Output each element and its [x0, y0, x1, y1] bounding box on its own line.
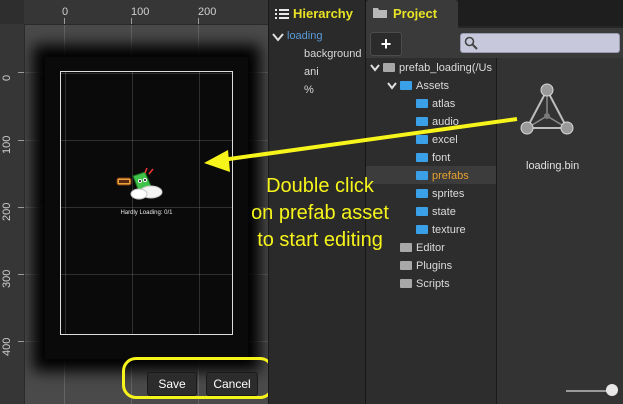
- search-icon: [464, 36, 478, 50]
- project-toolbar: +: [366, 28, 623, 59]
- ruler-tick: [64, 18, 65, 24]
- ruler-corner: [0, 0, 24, 24]
- tree-item-label: excel: [432, 134, 458, 146]
- grid-line: [61, 274, 232, 275]
- horizontal-ruler: 0 100 200: [0, 0, 268, 25]
- ruler-label: 200: [1, 202, 13, 221]
- folder-icon: [416, 171, 428, 180]
- folder-icon: [416, 153, 428, 162]
- tree-item-scripts[interactable]: Scripts: [400, 278, 450, 290]
- zoom-slider-handle[interactable]: [606, 384, 618, 396]
- list-icon: [275, 9, 289, 19]
- tree-item-label: atlas: [432, 98, 456, 110]
- grid-line: [61, 140, 232, 141]
- tree-item-excel[interactable]: excel: [416, 134, 458, 146]
- hierarchy-item-percent[interactable]: %: [304, 84, 314, 96]
- buttons-highlight-outline: [122, 357, 268, 399]
- folder-icon: [400, 81, 412, 90]
- folder-icon: [416, 189, 428, 198]
- loading-status-text: Hardly Loading: 0/1: [120, 210, 173, 216]
- tree-item-label: audio: [432, 116, 459, 128]
- grid-line: [61, 207, 232, 208]
- folder-icon: [416, 99, 428, 108]
- folder-icon: [416, 207, 428, 216]
- folder-icon: [416, 225, 428, 234]
- tree-item-label: Scripts: [416, 278, 450, 290]
- asset-file-name[interactable]: loading.bin: [526, 160, 579, 172]
- annotation-callout: Double click on prefab asset to start ed…: [235, 173, 405, 254]
- tree-item-audio[interactable]: audio: [416, 116, 459, 128]
- ruler-tick: [18, 341, 24, 342]
- scene-view[interactable]: Hardly Loading: 0/1 0 100 200 0 100 200 …: [0, 0, 268, 404]
- tree-item-editor[interactable]: Editor: [400, 242, 445, 254]
- asset-preview-area: loading.bin: [497, 58, 623, 404]
- loading-mascot-sprite[interactable]: [115, 168, 167, 202]
- ruler-label: 200: [198, 6, 217, 18]
- add-asset-button[interactable]: +: [370, 32, 402, 56]
- ruler-tick: [198, 18, 199, 24]
- folder-icon: [400, 261, 412, 270]
- chevron-down-icon[interactable]: [370, 64, 380, 72]
- grid-line: [65, 72, 66, 334]
- tree-item-atlas[interactable]: atlas: [416, 98, 455, 110]
- ruler-tick: [18, 140, 24, 141]
- folder-icon: [383, 63, 395, 72]
- hierarchy-title: Hierarchy: [293, 6, 353, 21]
- tree-item-plugins[interactable]: Plugins: [400, 260, 452, 272]
- ruler-label: 400: [1, 337, 13, 356]
- ruler-label: 0: [62, 6, 69, 18]
- grid-line: [61, 73, 232, 74]
- ruler-label: 100: [131, 6, 150, 18]
- hierarchy-item-background[interactable]: background: [304, 48, 362, 60]
- grid-line: [132, 72, 133, 334]
- ruler-tick: [131, 18, 132, 24]
- tree-item-project-root[interactable]: prefab_loading(/Us: [383, 62, 492, 74]
- tree-item-label: texture: [432, 224, 466, 236]
- folder-icon: [373, 8, 387, 18]
- tree-item-prefabs[interactable]: prefabs: [416, 170, 469, 182]
- tree-item-state[interactable]: state: [416, 206, 456, 218]
- hierarchy-item-loading[interactable]: loading: [287, 30, 322, 42]
- tree-item-label: Plugins: [416, 260, 453, 272]
- search-input[interactable]: [460, 33, 620, 53]
- folder-icon: [400, 279, 412, 288]
- prefab-asset-icon[interactable]: [517, 82, 577, 142]
- tree-item-sprites[interactable]: sprites: [416, 188, 464, 200]
- ruler-tick: [18, 274, 24, 275]
- tree-item-label: prefabs: [432, 170, 469, 182]
- tree-item-label: prefab_loading(/Us: [399, 62, 492, 74]
- tree-item-label: state: [432, 206, 456, 218]
- grid-line: [199, 72, 200, 334]
- ruler-label: 0: [1, 74, 13, 81]
- tree-item-texture[interactable]: texture: [416, 224, 466, 236]
- tree-item-label: sprites: [432, 188, 465, 200]
- folder-icon: [416, 135, 428, 144]
- project-title: Project: [393, 6, 438, 21]
- ruler-label: 100: [1, 135, 13, 154]
- chevron-down-icon[interactable]: [387, 82, 397, 90]
- callout-line: Double click: [266, 175, 374, 197]
- tree-item-label: Assets: [416, 80, 450, 92]
- folder-icon: [416, 117, 428, 126]
- tab-project[interactable]: Project: [366, 0, 458, 28]
- callout-line: on prefab asset: [251, 202, 389, 224]
- prefab-artboard[interactable]: Hardly Loading: 0/1: [60, 71, 233, 335]
- vertical-ruler: 0 100 200 300 400: [0, 24, 25, 404]
- tree-item-assets[interactable]: Assets: [400, 80, 449, 92]
- tree-item-label: Editor: [416, 242, 445, 254]
- tree-item-font[interactable]: font: [416, 152, 450, 164]
- ruler-tick: [18, 207, 24, 208]
- hierarchy-item-ani[interactable]: ani: [304, 66, 319, 78]
- tree-item-label: font: [432, 152, 451, 164]
- callout-line: to start editing: [257, 229, 383, 251]
- ruler-label: 300: [1, 269, 13, 288]
- ruler-tick: [18, 72, 24, 73]
- chevron-down-icon[interactable]: [272, 32, 284, 42]
